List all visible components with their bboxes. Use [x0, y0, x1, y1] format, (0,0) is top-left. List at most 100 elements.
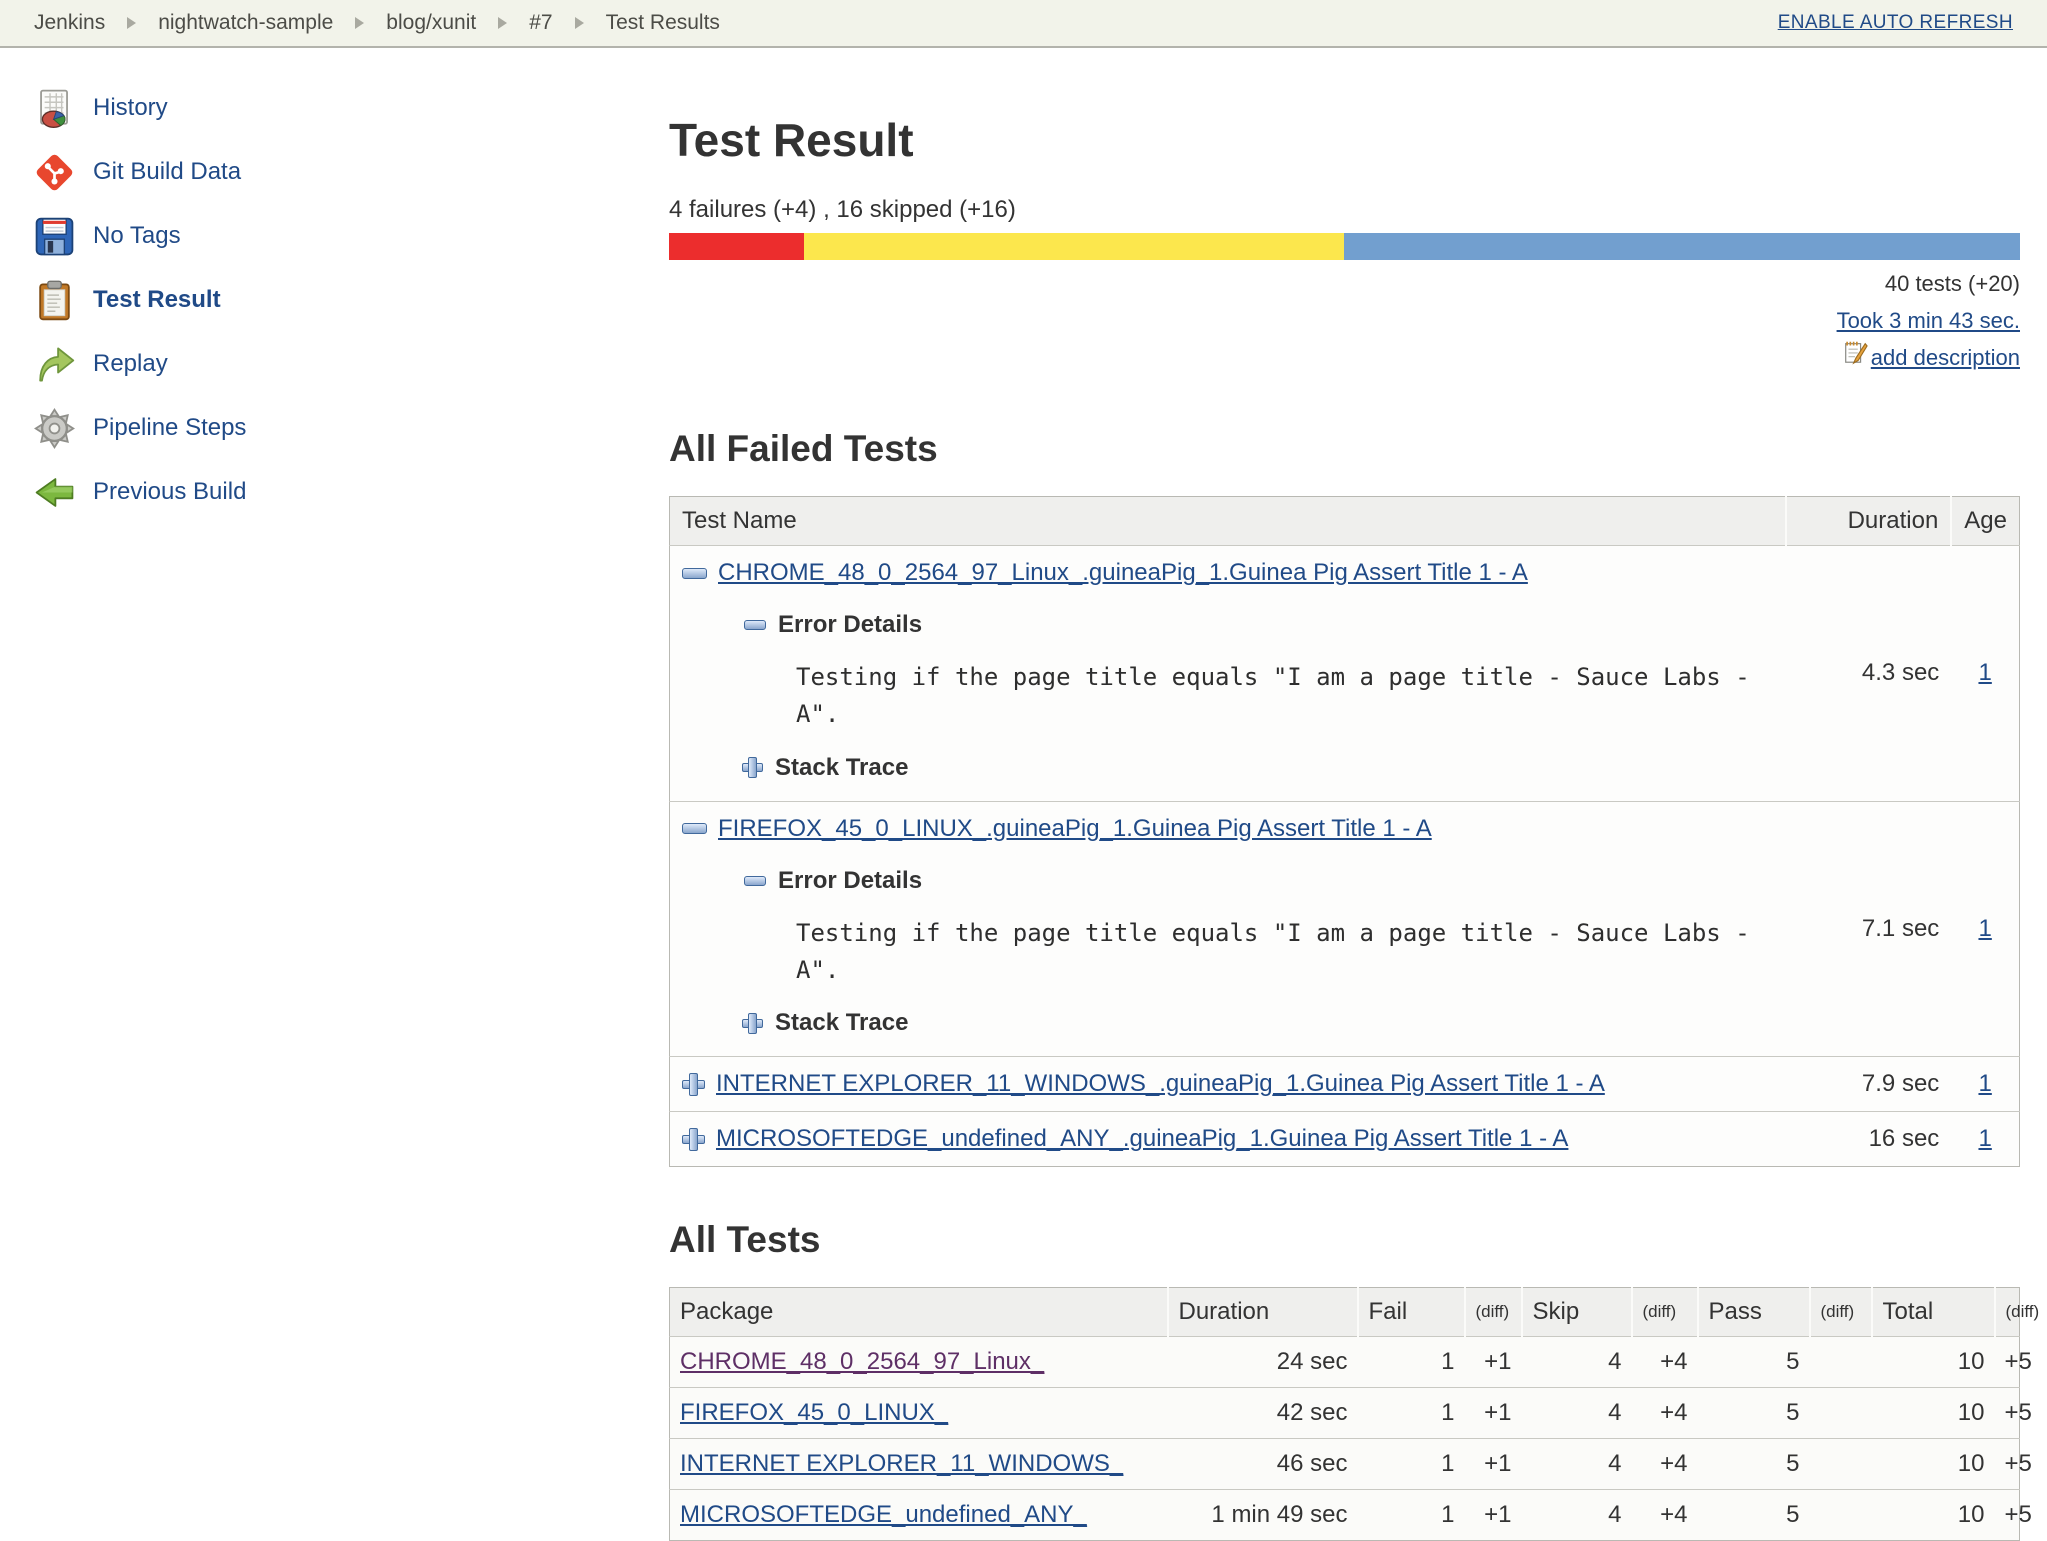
package-link[interactable]: FIREFOX_45_0_LINUX_	[680, 1399, 948, 1426]
fail-count: 1	[1357, 1336, 1465, 1388]
previous-build-icon	[33, 471, 76, 514]
failed-test-row: MICROSOFTEDGE_undefined_ANY_.guineaPig_1…	[669, 1111, 2020, 1167]
expand-icon[interactable]	[742, 1012, 763, 1034]
replay-icon	[33, 343, 76, 386]
skip-count: 4	[1521, 1489, 1632, 1541]
column-header-pass-diff[interactable]: (diff)	[1808, 1287, 1872, 1337]
test-duration: 4.3 sec	[1786, 545, 1952, 802]
column-header-test-name[interactable]: Test Name	[669, 496, 1787, 546]
column-header-fail-diff[interactable]: (diff)	[1463, 1287, 1522, 1337]
column-header-skip[interactable]: Skip	[1520, 1287, 1632, 1337]
sidebar-item-label: Previous Build	[93, 478, 247, 505]
breadcrumb-item-jenkins[interactable]: Jenkins	[34, 11, 105, 35]
expand-icon[interactable]	[682, 1127, 705, 1151]
fail-count: 1	[1357, 1438, 1465, 1490]
collapse-icon[interactable]	[744, 620, 766, 631]
sidebar-item-no-tags[interactable]: No Tags	[33, 214, 669, 258]
sidebar-item-label: Git Build Data	[93, 158, 242, 185]
column-header-duration[interactable]: Duration	[1785, 496, 1952, 546]
add-description-link[interactable]: add description	[1871, 339, 2020, 376]
column-header-age[interactable]: Age	[1950, 496, 2020, 546]
column-header-total-diff[interactable]: (diff)	[1993, 1287, 2039, 1337]
history-icon	[33, 87, 76, 130]
package-duration: 24 sec	[1167, 1336, 1358, 1388]
took-duration-link[interactable]: Took 3 min 43 sec.	[1837, 308, 2020, 333]
package-link[interactable]: INTERNET EXPLORER_11_WINDOWS_	[680, 1450, 1123, 1477]
total-diff: +5	[1994, 1336, 2032, 1388]
sidebar-item-previous-build[interactable]: Previous Build	[33, 470, 669, 514]
column-header-pass[interactable]: Pass	[1696, 1287, 1810, 1337]
sidebar-item-git-build-data[interactable]: Git Build Data	[33, 150, 669, 194]
clipboard-icon	[33, 279, 76, 322]
total-count: 10	[1871, 1489, 1995, 1541]
pass-count: 5	[1697, 1387, 1810, 1439]
breadcrumb-item-build[interactable]: #7	[529, 11, 552, 35]
page-title: Test Result	[669, 114, 914, 166]
test-age-link[interactable]: 1	[1978, 915, 1991, 942]
package-row: FIREFOX_45_0_LINUX_ 42 sec 1 +1 4 +4 5 1…	[669, 1387, 2032, 1439]
pass-diff	[1809, 1438, 1872, 1490]
failed-test-link[interactable]: MICROSOFTEDGE_undefined_ANY_.guineaPig_1…	[716, 1125, 1568, 1153]
failed-test-link[interactable]: CHROME_48_0_2564_97_Linux_.guineaPig_1.G…	[718, 559, 1528, 587]
build-summary: 40 tests (+20) Took 3 min 43 sec. add de…	[669, 265, 2020, 376]
package-link[interactable]: MICROSOFTEDGE_undefined_ANY_	[680, 1501, 1087, 1528]
total-count: 10	[1871, 1438, 1995, 1490]
column-header-package[interactable]: Package	[669, 1287, 1168, 1337]
breadcrumb-item-job[interactable]: nightwatch-sample	[158, 11, 333, 35]
all-tests-heading: All Tests	[669, 1219, 821, 1261]
sidebar-item-replay[interactable]: Replay	[33, 342, 669, 386]
package-duration: 42 sec	[1167, 1387, 1358, 1439]
pass-diff	[1809, 1336, 1872, 1388]
test-age-link[interactable]: 1	[1978, 1125, 1991, 1152]
collapse-icon[interactable]	[682, 823, 707, 835]
column-header-total[interactable]: Total	[1870, 1287, 1995, 1337]
breadcrumb-item-branch[interactable]: blog/xunit	[386, 11, 476, 35]
collapse-icon[interactable]	[744, 875, 766, 886]
breadcrumb-item-test-results[interactable]: Test Results	[606, 11, 720, 35]
sidebar-item-test-result[interactable]: Test Result	[33, 278, 669, 322]
tests-count: 40 tests (+20)	[1884, 271, 2020, 297]
error-text: Testing if the page title equals "I am a…	[796, 918, 1750, 984]
expand-icon[interactable]	[682, 1072, 705, 1096]
failed-tests-header-row: Test Name Duration Age	[669, 496, 2020, 546]
total-diff: +5	[1994, 1489, 2032, 1541]
skip-count: 4	[1521, 1438, 1632, 1490]
column-header-duration[interactable]: Duration	[1166, 1287, 1358, 1337]
test-duration: 7.9 sec	[1786, 1056, 1952, 1112]
sidebar-item-pipeline-steps[interactable]: Pipeline Steps	[33, 406, 669, 450]
enable-auto-refresh-link[interactable]: ENABLE AUTO REFRESH	[1778, 12, 2013, 34]
package-duration: 46 sec	[1167, 1438, 1358, 1490]
test-age-link[interactable]: 1	[1978, 659, 1991, 686]
failures-summary: 4 failures (+4) , 16 skipped (+16)	[669, 196, 1016, 224]
chevron-right-icon	[127, 17, 137, 29]
bar-skipped-segment	[804, 233, 1345, 261]
package-duration: 1 min 49 sec	[1167, 1489, 1358, 1541]
sidebar-item-history[interactable]: History	[33, 86, 669, 130]
git-icon	[33, 151, 76, 194]
breadcrumb: Jenkins nightwatch-sample blog/xunit #7 …	[34, 11, 720, 35]
chevron-right-icon	[498, 17, 508, 29]
column-header-skip-diff[interactable]: (diff)	[1630, 1287, 1698, 1337]
failed-test-link[interactable]: FIREFOX_45_0_LINUX_.guineaPig_1.Guinea P…	[718, 815, 1432, 843]
sidebar-item-label: History	[93, 94, 168, 121]
expand-icon[interactable]	[742, 757, 763, 779]
collapse-icon[interactable]	[682, 567, 707, 579]
sidebar-item-label: No Tags	[93, 222, 181, 249]
error-details-label: Error Details	[778, 611, 923, 639]
failed-test-row: CHROME_48_0_2564_97_Linux_.guineaPig_1.G…	[669, 545, 2020, 802]
failed-test-link[interactable]: INTERNET EXPLORER_11_WINDOWS_.guineaPig_…	[716, 1070, 1605, 1098]
add-description-icon	[1842, 339, 1868, 376]
test-duration: 16 sec	[1786, 1111, 1952, 1167]
stack-trace-label: Stack Trace	[775, 753, 909, 781]
package-row: CHROME_48_0_2564_97_Linux_ 24 sec 1 +1 4…	[669, 1336, 2032, 1388]
package-link[interactable]: CHROME_48_0_2564_97_Linux_	[680, 1348, 1044, 1375]
failed-tests-heading: All Failed Tests	[669, 428, 938, 470]
test-age-link[interactable]: 1	[1978, 1070, 1991, 1097]
column-header-fail[interactable]: Fail	[1356, 1287, 1465, 1337]
stack-trace-label: Stack Trace	[775, 1009, 909, 1037]
breadcrumb-bar: Jenkins nightwatch-sample blog/xunit #7 …	[0, 0, 2047, 48]
sidebar-item-label: Pipeline Steps	[93, 414, 247, 441]
total-diff: +5	[1994, 1438, 2032, 1490]
fail-count: 1	[1357, 1387, 1465, 1439]
error-text: Testing if the page title equals "I am a…	[796, 663, 1750, 729]
